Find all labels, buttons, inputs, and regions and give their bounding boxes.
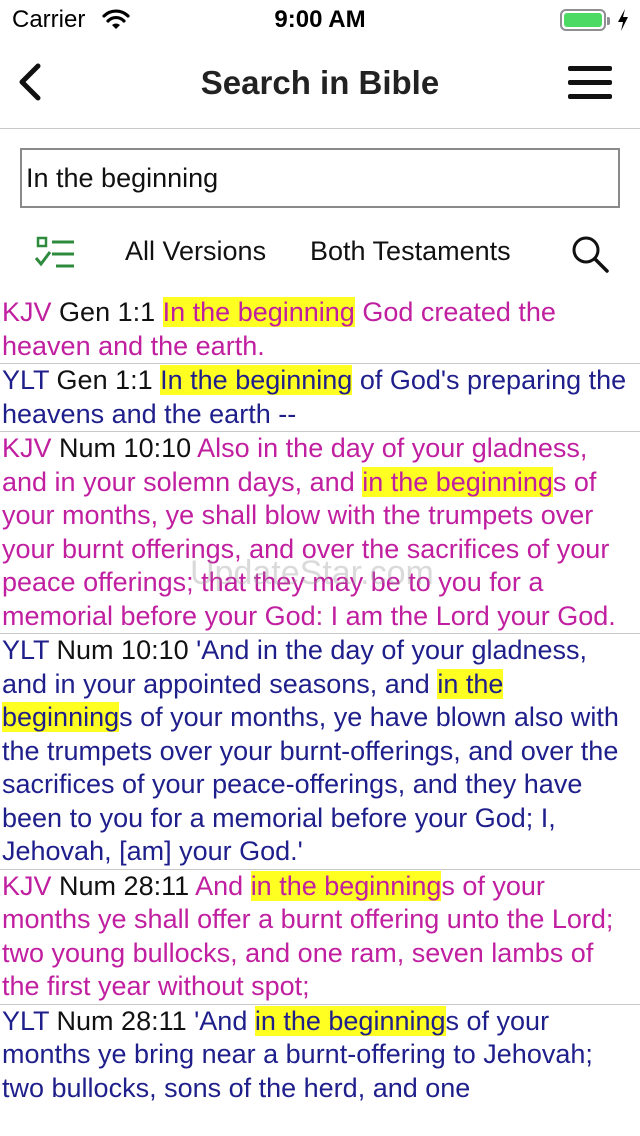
result-version: YLT [2,365,50,395]
battery-icon [560,9,610,31]
result-reference: Num 28:11 [56,1005,187,1036]
result-text-before: And [195,870,251,901]
result-text-before: 'And [194,1005,255,1036]
menu-icon[interactable] [568,66,612,100]
testaments-filter[interactable]: Both Testaments [310,236,511,267]
result-reference: Num 10:10 [59,433,192,463]
nav-bar: Search in Bible [0,40,640,129]
result-match: In the beginning [162,297,355,327]
result-version: KJV [2,433,52,463]
result-version: YLT [2,1005,50,1036]
result-row[interactable]: YLT Gen 1:1 In the beginning of God's pr… [0,364,640,432]
result-match: In the beginning [160,365,353,395]
result-match: in the beginning [254,1005,446,1036]
result-row[interactable]: KJV Num 28:11 And in the beginnings of y… [0,870,640,1005]
versions-filter[interactable]: All Versions [125,236,266,267]
result-reference: Num 10:10 [56,635,189,665]
result-reference: Gen 1:1 [56,365,153,395]
result-row[interactable]: YLT Num 28:11 'And in the beginnings of … [0,1005,640,1106]
result-row[interactable]: KJV Gen 1:1 In the beginning God created… [0,296,640,364]
result-row[interactable]: YLT Num 10:10 'And in the day of your gl… [0,634,640,870]
result-reference: Num 28:11 [59,870,190,901]
search-icon[interactable] [570,234,610,274]
result-version: YLT [2,635,50,665]
page-title: Search in Bible [200,64,440,101]
results-list: KJV Gen 1:1 In the beginning God created… [0,296,640,1105]
clock: 9:00 AM [274,6,366,33]
result-version: KJV [2,297,52,327]
result-match: in the beginning [362,466,553,497]
result-match: in the beginning [250,870,442,901]
search-field[interactable] [20,148,620,208]
search-input[interactable] [22,150,618,206]
checklist-icon[interactable] [34,236,76,270]
charging-icon [616,8,630,37]
result-reference: Gen 1:1 [59,297,156,327]
result-row[interactable]: KJV Num 10:10 Also in the day of your gl… [0,432,640,634]
search-options-bar: All Versions Both Testaments [0,226,640,282]
status-bar: Carrier 9:00 AM [0,0,640,40]
result-version: KJV [2,870,52,901]
